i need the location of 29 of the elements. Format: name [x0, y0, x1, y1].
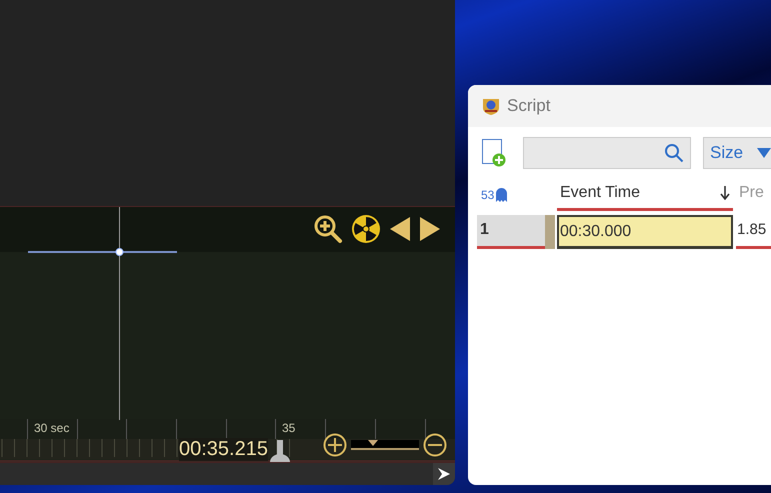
arrow-icon — [438, 468, 450, 480]
zoom-slider[interactable] — [351, 440, 419, 450]
column-header[interactable]: Event Time — [557, 184, 733, 211]
sort-arrow-icon — [720, 186, 730, 200]
table-cell[interactable]: 00:30.000 — [557, 215, 733, 249]
playhead-time: 00:35.215 — [179, 438, 268, 461]
ruler-label: 30 sec — [34, 421, 70, 435]
size-dropdown[interactable]: Size — [703, 137, 771, 169]
column-label: Pre — [739, 184, 764, 202]
ghost-icon — [496, 188, 508, 202]
app-logo-icon — [481, 97, 501, 115]
window-title: Script — [507, 96, 550, 116]
new-document-icon[interactable] — [482, 139, 506, 167]
zoom-in-icon[interactable] — [313, 214, 343, 244]
caret-icon — [757, 148, 771, 158]
radiation-icon[interactable] — [351, 214, 381, 244]
next-icon[interactable] — [419, 216, 441, 242]
zoom-minus-icon[interactable] — [423, 433, 447, 457]
column-label: Event Time — [560, 184, 640, 202]
row-number[interactable]: 1 — [477, 215, 545, 249]
row-handle[interactable] — [545, 215, 555, 249]
arrow-button[interactable] — [433, 463, 455, 485]
zoom-plus-icon[interactable] — [323, 433, 347, 457]
previous-icon[interactable] — [389, 216, 411, 242]
playhead-handle[interactable] — [270, 440, 290, 462]
search-field[interactable] — [523, 137, 691, 169]
search-icon — [664, 143, 684, 163]
event-count: 53 — [481, 188, 494, 202]
ruler-label: 35 — [282, 421, 296, 435]
